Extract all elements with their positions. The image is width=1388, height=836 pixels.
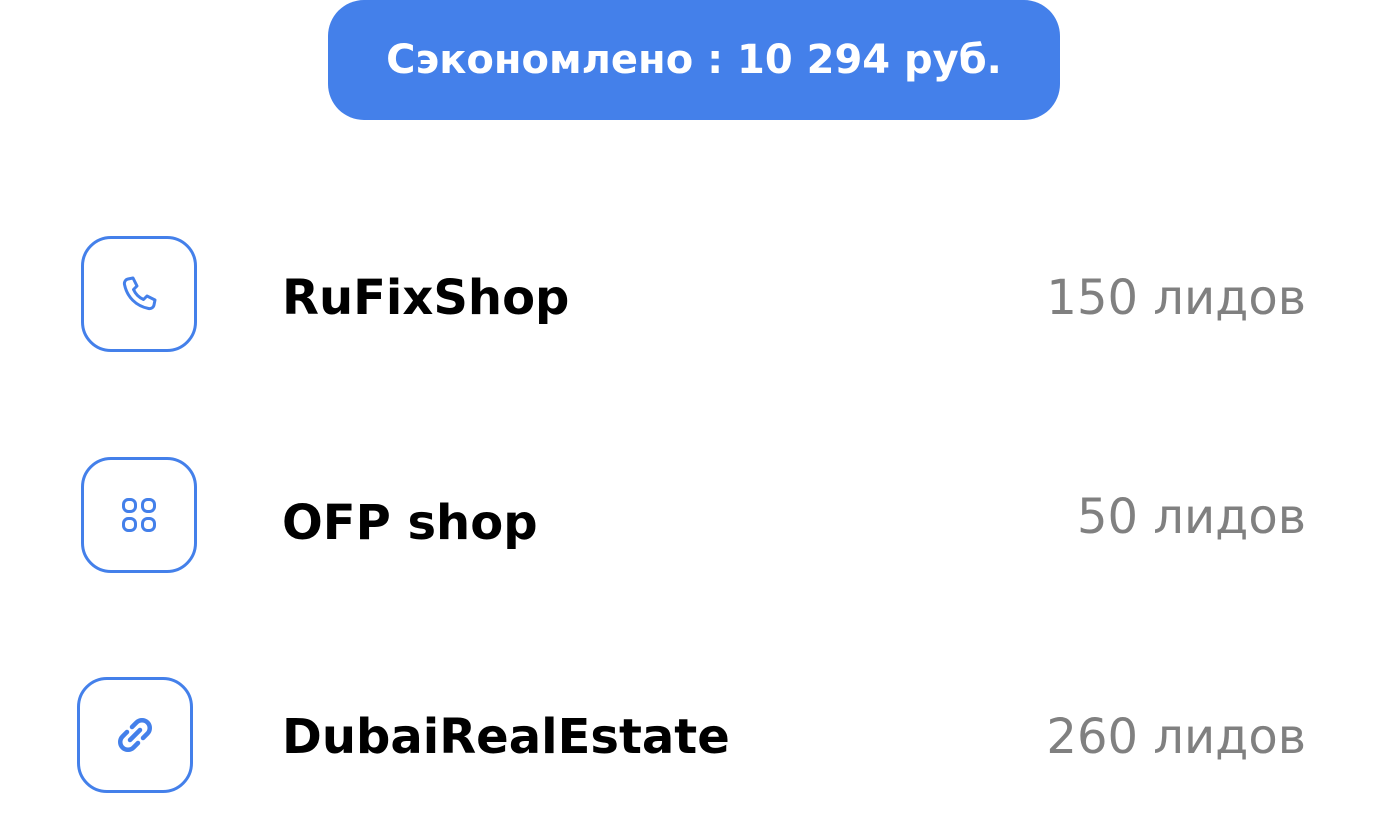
- lead-count: 50 лидов: [1076, 489, 1306, 545]
- lead-count: 150 лидов: [1046, 270, 1306, 326]
- shop-row-ofp-shop[interactable]: OFP shop 50 лидов: [0, 457, 1388, 577]
- shop-name: RuFixShop: [282, 270, 570, 326]
- savings-badge: Сэкономлено : 10 294 руб.: [328, 0, 1060, 120]
- savings-text: Сэкономлено : 10 294 руб.: [386, 37, 1002, 83]
- phone-icon-box: [81, 236, 197, 352]
- link-icon-box: [77, 677, 193, 793]
- shop-name: OFP shop: [282, 495, 538, 551]
- grid-icon: [122, 498, 156, 532]
- grid-icon-box: [81, 457, 197, 573]
- phone-icon: [122, 276, 157, 311]
- shop-name: DubaiRealEstate: [282, 709, 730, 765]
- link-icon: [118, 718, 152, 752]
- shop-row-dubairealestate[interactable]: DubaiRealEstate 260 лидов: [0, 677, 1388, 797]
- lead-count: 260 лидов: [1046, 709, 1306, 765]
- shop-row-rufixshop[interactable]: RuFixShop 150 лидов: [0, 236, 1388, 356]
